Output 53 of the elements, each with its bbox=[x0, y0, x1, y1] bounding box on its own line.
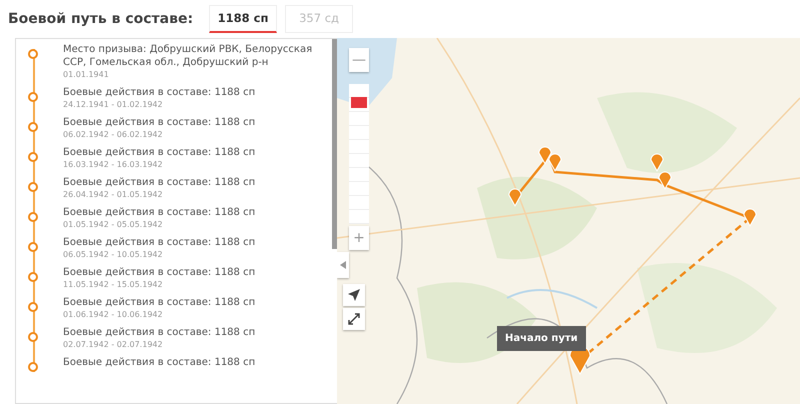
tab[interactable]: 1188 сп bbox=[209, 4, 278, 34]
event-title: Боевые действия в составе: 1188 сп bbox=[63, 146, 256, 159]
timeline-dot bbox=[28, 212, 38, 222]
event-title: Боевые действия в составе: 1188 сп bbox=[63, 296, 256, 309]
map-marker[interactable] bbox=[548, 154, 562, 172]
map-marker[interactable] bbox=[658, 172, 672, 190]
event-date: 11.05.1942 - 15.05.1942 bbox=[63, 279, 164, 290]
event-date: 01.05.1942 - 05.05.1942 bbox=[63, 219, 164, 230]
map-marker[interactable] bbox=[650, 154, 664, 172]
expand-icon bbox=[348, 313, 360, 326]
zoom-out-button[interactable]: — bbox=[349, 48, 369, 72]
timeline-dot bbox=[28, 92, 38, 102]
event-title: Боевые действия в составе: 1188 сп bbox=[63, 86, 256, 99]
scrollbar[interactable] bbox=[332, 39, 337, 249]
map-marker[interactable] bbox=[508, 188, 522, 206]
caret-icon bbox=[340, 261, 346, 270]
timeline-dot bbox=[28, 332, 38, 342]
timeline-dot bbox=[28, 242, 38, 252]
timeline-dot bbox=[28, 272, 38, 282]
section-title: Боевой путь в составе: bbox=[8, 10, 194, 28]
timeline-dot bbox=[28, 302, 38, 312]
event-title: Боевые действия в составе: 1188 сп bbox=[63, 206, 256, 219]
timeline-dot bbox=[28, 362, 38, 372]
map-marker[interactable] bbox=[538, 146, 552, 164]
zoom-slider-thumb[interactable] bbox=[351, 96, 367, 108]
locate-button[interactable] bbox=[343, 284, 365, 306]
event-title: Боевые действия в составе: 1188 сп bbox=[63, 326, 256, 339]
event-date: 02.07.1942 - 02.07.1942 bbox=[63, 339, 164, 350]
map-marker[interactable] bbox=[744, 208, 756, 226]
timeline-dot bbox=[28, 49, 38, 59]
event-title: Боевые действия в составе: 1188 сп bbox=[63, 236, 256, 249]
event-title: Боевые действия в составе: 1188 сп bbox=[63, 266, 256, 279]
tab[interactable]: 357 сд bbox=[285, 5, 354, 33]
event-date: 06.05.1942 - 10.05.1942 bbox=[63, 249, 164, 260]
event-date: 24.12.1941 - 01.02.1942 bbox=[63, 99, 164, 110]
event-date: 01.06.1942 - 10.06.1942 bbox=[63, 309, 164, 320]
event-title: Боевые действия в составе: 1188 сп bbox=[63, 176, 256, 189]
zoom-slider[interactable] bbox=[349, 84, 369, 224]
event-date: 26.04.1942 - 01.05.1942 bbox=[63, 189, 164, 200]
zoom-in-button[interactable]: + bbox=[349, 226, 369, 250]
timeline-dot bbox=[28, 152, 38, 162]
timeline-dot bbox=[28, 122, 38, 132]
event-date: 06.02.1942 - 06.02.1942 bbox=[63, 129, 164, 140]
start-tooltip: Начало пути bbox=[497, 326, 586, 351]
event-date: 01.01.1941 bbox=[63, 69, 110, 80]
event-title: Боевые действия в составе: 1188 сп bbox=[63, 116, 256, 129]
collapse-button[interactable] bbox=[337, 252, 349, 278]
event-date: 16.03.1942 - 16.03.1942 bbox=[63, 159, 164, 170]
event-title: Место призыва: Добрушский РВК, Белорусская ССР, Гомельская обл., Добрушский р-н bbox=[63, 43, 314, 69]
fullscreen-button[interactable] bbox=[343, 308, 365, 330]
arrow-icon bbox=[348, 289, 360, 302]
timeline-dot bbox=[28, 182, 38, 192]
event-title: Боевые действия в составе: 1188 сп bbox=[63, 356, 256, 369]
